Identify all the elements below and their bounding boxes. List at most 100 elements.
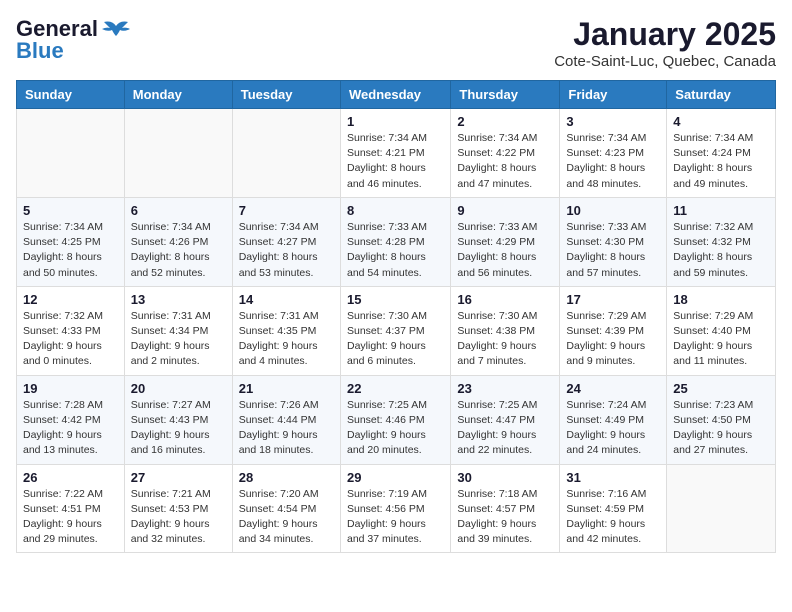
calendar-cell: 7Sunrise: 7:34 AM Sunset: 4:27 PM Daylig…	[232, 197, 340, 286]
day-number: 13	[131, 292, 226, 307]
day-number: 24	[566, 381, 660, 396]
calendar-cell	[124, 109, 232, 198]
day-number: 9	[457, 203, 553, 218]
calendar-cell: 29 Sunrise: 7:19 AM Sunset: 4:56 PM Dayli…	[340, 464, 450, 553]
day-number: 29	[347, 470, 444, 485]
day-number: 4	[673, 114, 769, 129]
calendar-cell: 26 Sunrise: 7:22 AM Sunset: 4:51 PM Dayli…	[17, 464, 125, 553]
day-info: Sunrise: 7:18 AM Sunset: 4:57 PM Dayligh…	[457, 487, 553, 548]
day-number: 26	[23, 470, 118, 485]
calendar-week-row: 1Sunrise: 7:34 AM Sunset: 4:21 PM Daylig…	[17, 109, 776, 198]
calendar-cell: 6 Sunrise: 7:34 AM Sunset: 4:26 PM Daylig…	[124, 197, 232, 286]
month-title: January 2025	[554, 16, 776, 53]
weekday-header-row: SundayMondayTuesdayWednesdayThursdayFrid…	[17, 81, 776, 109]
day-info: Sunrise: 7:28 AM Sunset: 4:42 PM Dayligh…	[23, 398, 118, 459]
day-info: Sunrise: 7:31 AM Sunset: 4:34 PM Dayligh…	[131, 309, 226, 370]
calendar-table: SundayMondayTuesdayWednesdayThursdayFrid…	[16, 80, 776, 553]
day-info: Sunrise: 7:30 AM Sunset: 4:38 PM Dayligh…	[457, 309, 553, 370]
day-info: Sunrise: 7:33 AM Sunset: 4:29 PM Dayligh…	[457, 220, 553, 281]
calendar-cell	[232, 109, 340, 198]
day-number: 27	[131, 470, 226, 485]
day-info: Sunrise: 7:32 AM Sunset: 4:32 PM Dayligh…	[673, 220, 769, 281]
calendar-cell: 23Sunrise: 7:25 AM Sunset: 4:47 PM Dayli…	[451, 375, 560, 464]
calendar-cell: 9 Sunrise: 7:33 AM Sunset: 4:29 PM Daylig…	[451, 197, 560, 286]
day-number: 23	[457, 381, 553, 396]
logo: General Blue	[16, 16, 130, 64]
day-info: Sunrise: 7:24 AM Sunset: 4:49 PM Dayligh…	[566, 398, 660, 459]
calendar-cell: 19 Sunrise: 7:28 AM Sunset: 4:42 PM Dayli…	[17, 375, 125, 464]
calendar-cell: 31Sunrise: 7:16 AM Sunset: 4:59 PM Dayli…	[560, 464, 667, 553]
day-info: Sunrise: 7:30 AM Sunset: 4:37 PM Dayligh…	[347, 309, 444, 370]
day-info: Sunrise: 7:22 AM Sunset: 4:51 PM Dayligh…	[23, 487, 118, 548]
day-info: Sunrise: 7:25 AM Sunset: 4:46 PM Dayligh…	[347, 398, 444, 459]
page-header: General Blue January 2025 Cote-Saint-Luc…	[16, 16, 776, 70]
day-number: 20	[131, 381, 226, 396]
logo-blue: Blue	[16, 38, 64, 64]
day-info: Sunrise: 7:20 AM Sunset: 4:54 PM Dayligh…	[239, 487, 334, 548]
day-number: 11	[673, 203, 769, 218]
calendar-week-row: 19 Sunrise: 7:28 AM Sunset: 4:42 PM Dayli…	[17, 375, 776, 464]
day-info: Sunrise: 7:31 AM Sunset: 4:35 PM Dayligh…	[239, 309, 334, 370]
calendar-week-row: 5 Sunrise: 7:34 AM Sunset: 4:25 PM Daylig…	[17, 197, 776, 286]
day-number: 18	[673, 292, 769, 307]
calendar-cell: 21 Sunrise: 7:26 AM Sunset: 4:44 PM Dayli…	[232, 375, 340, 464]
calendar-cell: 12 Sunrise: 7:32 AM Sunset: 4:33 PM Dayli…	[17, 286, 125, 375]
calendar-cell: 25 Sunrise: 7:23 AM Sunset: 4:50 PM Dayli…	[667, 375, 776, 464]
day-number: 30	[457, 470, 553, 485]
day-number: 21	[239, 381, 334, 396]
weekday-header-thursday: Thursday	[451, 81, 560, 109]
calendar-cell: 14Sunrise: 7:31 AM Sunset: 4:35 PM Dayli…	[232, 286, 340, 375]
day-info: Sunrise: 7:34 AM Sunset: 4:23 PM Dayligh…	[566, 131, 660, 192]
day-number: 12	[23, 292, 118, 307]
day-number: 6	[131, 203, 226, 218]
calendar-cell: 8 Sunrise: 7:33 AM Sunset: 4:28 PM Daylig…	[340, 197, 450, 286]
calendar-cell: 22 Sunrise: 7:25 AM Sunset: 4:46 PM Dayli…	[340, 375, 450, 464]
day-info: Sunrise: 7:33 AM Sunset: 4:30 PM Dayligh…	[566, 220, 660, 281]
calendar-cell: 24 Sunrise: 7:24 AM Sunset: 4:49 PM Dayli…	[560, 375, 667, 464]
calendar-cell	[17, 109, 125, 198]
day-info: Sunrise: 7:32 AM Sunset: 4:33 PM Dayligh…	[23, 309, 118, 370]
weekday-header-tuesday: Tuesday	[232, 81, 340, 109]
location-title: Cote-Saint-Luc, Quebec, Canada	[554, 53, 776, 70]
weekday-header-saturday: Saturday	[667, 81, 776, 109]
day-info: Sunrise: 7:27 AM Sunset: 4:43 PM Dayligh…	[131, 398, 226, 459]
calendar-cell: 11 Sunrise: 7:32 AM Sunset: 4:32 PM Dayli…	[667, 197, 776, 286]
calendar-cell: 20 Sunrise: 7:27 AM Sunset: 4:43 PM Dayli…	[124, 375, 232, 464]
day-info: Sunrise: 7:34 AM Sunset: 4:25 PM Dayligh…	[23, 220, 118, 281]
calendar-week-row: 12 Sunrise: 7:32 AM Sunset: 4:33 PM Dayli…	[17, 286, 776, 375]
calendar-cell: 1Sunrise: 7:34 AM Sunset: 4:21 PM Daylig…	[340, 109, 450, 198]
calendar-cell: 13 Sunrise: 7:31 AM Sunset: 4:34 PM Dayli…	[124, 286, 232, 375]
day-number: 28	[239, 470, 334, 485]
calendar-cell: 30 Sunrise: 7:18 AM Sunset: 4:57 PM Dayli…	[451, 464, 560, 553]
day-number: 22	[347, 381, 444, 396]
calendar-cell: 17 Sunrise: 7:29 AM Sunset: 4:39 PM Dayli…	[560, 286, 667, 375]
day-number: 19	[23, 381, 118, 396]
day-number: 25	[673, 381, 769, 396]
day-info: Sunrise: 7:34 AM Sunset: 4:26 PM Dayligh…	[131, 220, 226, 281]
calendar-cell: 4Sunrise: 7:34 AM Sunset: 4:24 PM Daylig…	[667, 109, 776, 198]
day-info: Sunrise: 7:21 AM Sunset: 4:53 PM Dayligh…	[131, 487, 226, 548]
calendar-cell: 3 Sunrise: 7:34 AM Sunset: 4:23 PM Daylig…	[560, 109, 667, 198]
day-number: 2	[457, 114, 553, 129]
day-info: Sunrise: 7:29 AM Sunset: 4:39 PM Dayligh…	[566, 309, 660, 370]
day-number: 3	[566, 114, 660, 129]
calendar-cell	[667, 464, 776, 553]
day-number: 5	[23, 203, 118, 218]
calendar-cell: 10 Sunrise: 7:33 AM Sunset: 4:30 PM Dayli…	[560, 197, 667, 286]
day-info: Sunrise: 7:19 AM Sunset: 4:56 PM Dayligh…	[347, 487, 444, 548]
weekday-header-friday: Friday	[560, 81, 667, 109]
day-info: Sunrise: 7:26 AM Sunset: 4:44 PM Dayligh…	[239, 398, 334, 459]
day-number: 16	[457, 292, 553, 307]
calendar-cell: 27 Sunrise: 7:21 AM Sunset: 4:53 PM Dayli…	[124, 464, 232, 553]
weekday-header-sunday: Sunday	[17, 81, 125, 109]
day-info: Sunrise: 7:34 AM Sunset: 4:21 PM Dayligh…	[347, 131, 444, 192]
calendar-cell: 16 Sunrise: 7:30 AM Sunset: 4:38 PM Dayli…	[451, 286, 560, 375]
day-info: Sunrise: 7:33 AM Sunset: 4:28 PM Dayligh…	[347, 220, 444, 281]
day-number: 31	[566, 470, 660, 485]
day-info: Sunrise: 7:34 AM Sunset: 4:22 PM Dayligh…	[457, 131, 553, 192]
day-info: Sunrise: 7:23 AM Sunset: 4:50 PM Dayligh…	[673, 398, 769, 459]
day-number: 10	[566, 203, 660, 218]
day-number: 8	[347, 203, 444, 218]
day-number: 15	[347, 292, 444, 307]
day-number: 17	[566, 292, 660, 307]
